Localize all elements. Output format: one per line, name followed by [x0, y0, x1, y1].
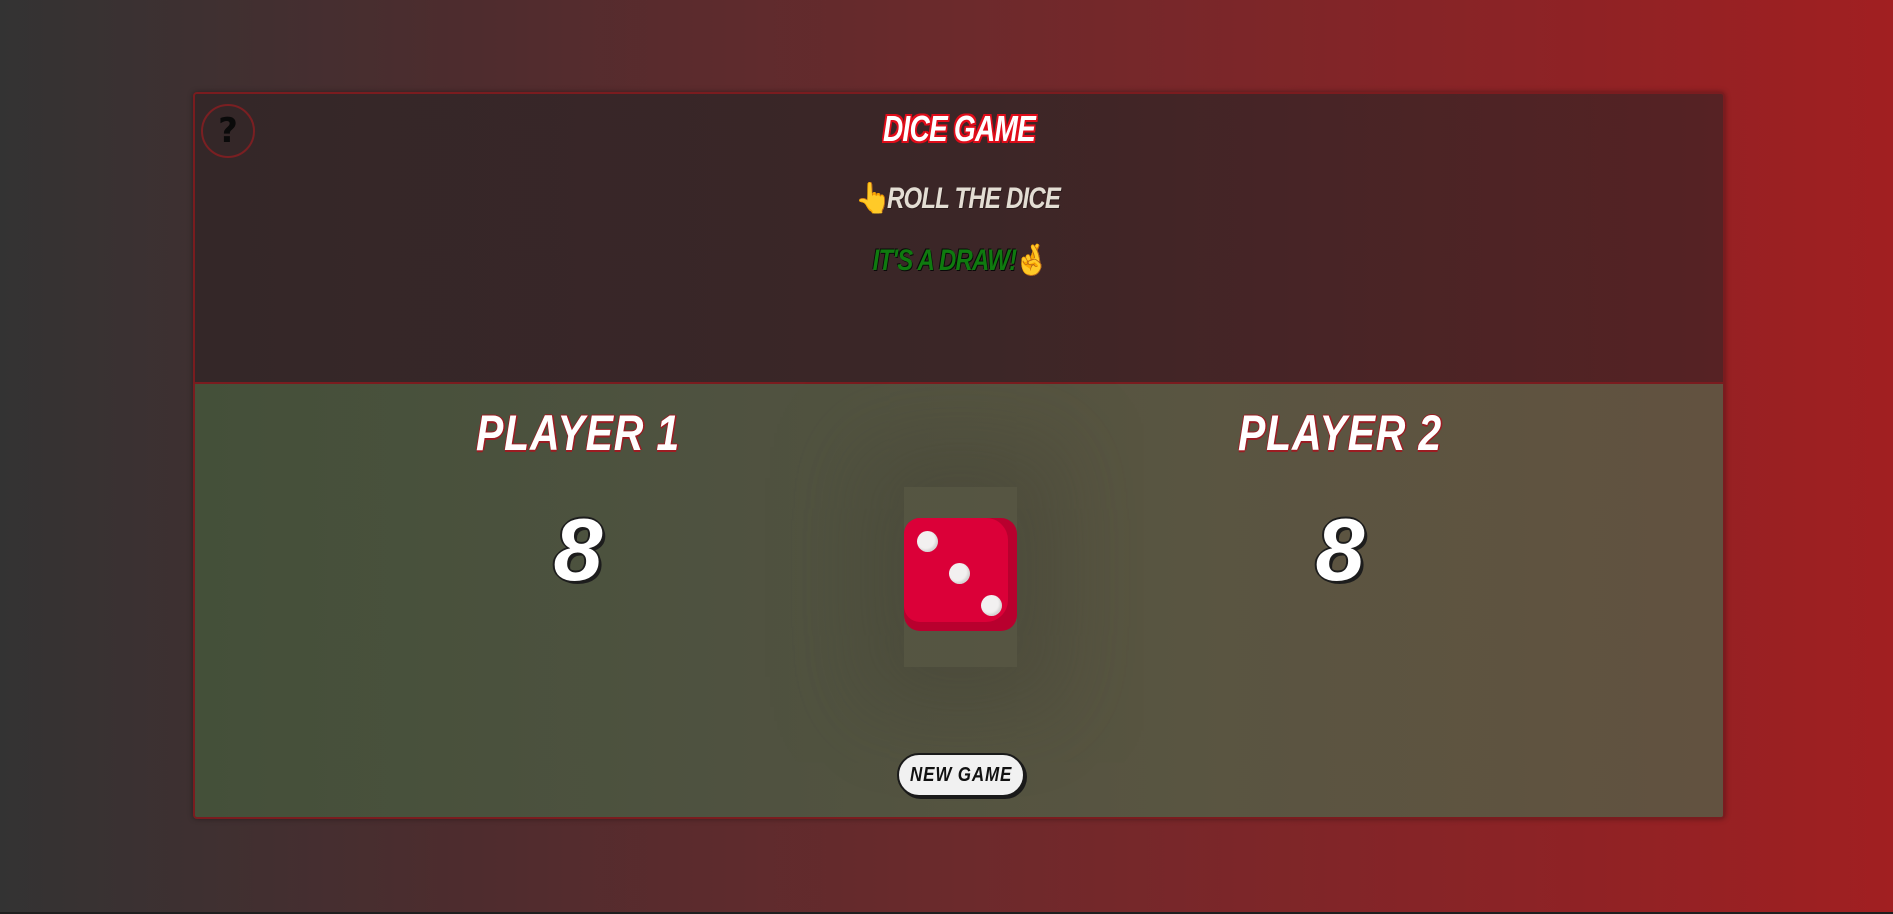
player-1-panel: PLAYER 1 8	[378, 384, 778, 594]
pointing-hand-icon: 👆	[854, 181, 891, 216]
crossed-fingers-icon: 🤞	[1012, 243, 1050, 278]
instruction-text: ROLL THE DICE	[886, 182, 1061, 215]
dice-pip	[949, 563, 970, 584]
new-game-button[interactable]: NEW GAME	[897, 753, 1025, 797]
player-1-score: 8	[553, 500, 603, 599]
dice-pip	[917, 531, 938, 552]
game-container: ? DICE GAME 👆ROLL THE DICE IT'S A DRAW!🤞…	[193, 92, 1725, 819]
help-icon: ?	[218, 111, 238, 151]
dice-button[interactable]	[904, 518, 1017, 631]
instruction-message: 👆ROLL THE DICE	[348, 181, 1570, 216]
play-area: PLAYER 1 8 PLAYER 2 8 NEW GAME	[195, 384, 1723, 817]
player-2-score: 8	[1315, 500, 1365, 599]
game-title: DICE GAME	[882, 108, 1036, 149]
header-panel: ? DICE GAME 👆ROLL THE DICE IT'S A DRAW!🤞	[195, 94, 1723, 384]
dice-pip	[981, 595, 1002, 616]
new-game-label: NEW GAME	[909, 763, 1013, 786]
result-text: IT'S A DRAW!	[872, 244, 1017, 277]
dice-area	[904, 487, 1017, 667]
help-button[interactable]: ?	[201, 104, 255, 158]
player-1-name: PLAYER 1	[475, 405, 681, 461]
player-2-panel: PLAYER 2 8	[1140, 384, 1540, 594]
player-2-name: PLAYER 2	[1237, 405, 1443, 461]
dice-face	[904, 518, 1008, 622]
result-message: IT'S A DRAW!🤞	[348, 243, 1570, 278]
